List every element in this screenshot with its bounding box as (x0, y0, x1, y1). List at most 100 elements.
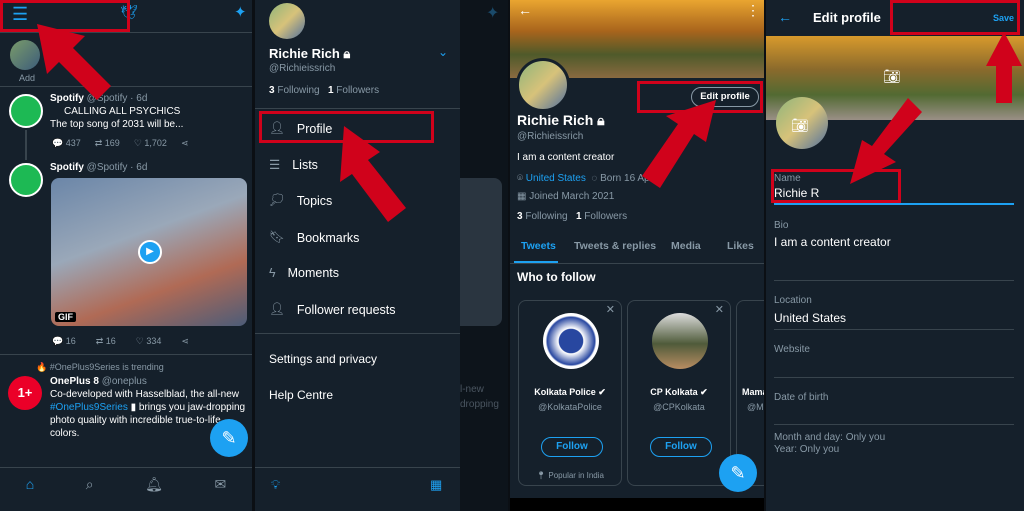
profile-avatar[interactable] (269, 3, 305, 39)
retweet-button[interactable]: ⇄ 169 (95, 138, 120, 149)
calendar-icon: ▦ (517, 191, 527, 202)
retweet-button[interactable]: ⇄ 16 (96, 336, 116, 347)
tab-media[interactable]: Media (671, 240, 701, 252)
profile-avatar[interactable] (516, 58, 570, 112)
list-icon: ☰ (269, 158, 281, 172)
location-icon: ⌾ (517, 173, 523, 184)
red-arrow (850, 98, 922, 184)
profile-name: Richie Rich (517, 112, 594, 128)
drawer-item-topics[interactable]: 💭︎ Topics (269, 193, 332, 208)
hashtag-link[interactable]: #OnePlus9Series (50, 402, 128, 413)
gif-badge: GIF (55, 312, 76, 322)
qr-code-icon[interactable]: ▦ (430, 477, 442, 493)
red-arrow (986, 32, 1022, 103)
dimmed-text: l-new (460, 384, 484, 395)
tweet-handle: @oneplus (101, 376, 147, 387)
location-field[interactable]: United States (774, 311, 846, 325)
drawer-item-bookmarks[interactable]: 🔖︎ Bookmarks (269, 230, 359, 245)
trending-note: 🔥 #OnePlus9Series is trending (36, 362, 164, 372)
close-icon[interactable]: ✕ (715, 303, 724, 316)
red-arrow (642, 100, 716, 188)
profile-name: Richie Rich (269, 46, 340, 61)
share-icon[interactable]: ⋖ (181, 336, 189, 347)
profile-handle: @Richieissrich (517, 131, 584, 142)
who-to-follow-heading: Who to follow (517, 270, 596, 284)
card-handle: @CPKolkata (653, 402, 705, 412)
help-centre-link[interactable]: Help Centre (269, 388, 333, 402)
drawer-item-follower-requests[interactable]: 👤︎ Follower requests (269, 302, 396, 317)
follow-button[interactable]: Follow (650, 437, 712, 457)
tab-likes[interactable]: Likes (727, 240, 754, 252)
card-handle: @KolkataPolice (538, 402, 602, 412)
drawer-item-lists[interactable]: ☰ Lists (269, 157, 318, 173)
tweet-text: The top song of 2031 will be... (50, 119, 184, 130)
bolt-icon: ϟ (269, 266, 276, 280)
lock-icon: 🔒︎ (343, 46, 351, 61)
mail-icon[interactable]: ✉ (214, 476, 226, 493)
birthday-icon: ◌ (591, 173, 598, 184)
tab-tweets-replies[interactable]: Tweets & replies (574, 240, 656, 252)
search-icon[interactable]: ⌕ (86, 476, 94, 493)
card-name: Mama (742, 387, 764, 397)
verified-icon: ✔ (598, 387, 606, 397)
bio-field[interactable]: I am a content creator (774, 235, 891, 249)
share-icon[interactable]: ⋖ (181, 138, 189, 149)
tab-tweets[interactable]: Tweets (521, 240, 556, 252)
tweet-text: Co-developed with Hasselblad, the all-ne… (50, 389, 239, 400)
compose-tweet-button[interactable]: ✎ (719, 454, 757, 492)
follow-counts[interactable]: 3 Following 1 Followers (517, 211, 627, 222)
edit-profile-title: Edit profile (813, 10, 881, 25)
tweet-text: CALLING ALL PSYCHICS (64, 106, 181, 117)
drawer-item-moments[interactable]: ϟ Moments (269, 266, 339, 280)
dob-field-label: Date of birth (774, 392, 829, 403)
tweet-author: Spotify (50, 162, 84, 173)
red-arrow (340, 126, 406, 222)
follow-counts[interactable]: 3 Following 1 Followers (269, 85, 379, 96)
back-icon[interactable]: ← (778, 9, 792, 25)
sparkle-icon[interactable]: ✦ (234, 3, 247, 21)
tweet-text: photo quality with incredible true-to-li… (50, 415, 221, 426)
account-switch-chevron-icon[interactable]: ⌄ (438, 45, 448, 59)
oneplus-avatar: 1+ (8, 376, 42, 410)
topic-icon: 💭︎ (269, 193, 285, 207)
follow-card[interactable]: ✕ Kolkata Police ✔ @KolkataPolice Follow… (518, 300, 622, 486)
home-icon[interactable]: ⌂ (26, 476, 34, 493)
lock-icon: 🔒︎ (597, 112, 605, 128)
reply-button[interactable]: 💬 16 (52, 336, 76, 347)
red-arrow (37, 24, 111, 100)
play-icon[interactable]: ▶ (138, 240, 162, 264)
profile-joined: Joined March 2021 (529, 191, 615, 202)
compose-tweet-button[interactable]: ✎ (210, 419, 248, 457)
close-icon[interactable]: ✕ (606, 303, 615, 316)
change-banner-camera-icon[interactable]: 📷︎ (883, 68, 901, 85)
back-icon[interactable]: ← (518, 2, 532, 18)
bookmark-icon: 🔖︎ (269, 230, 285, 244)
dob-visibility-note: Month and day: Only you (774, 432, 886, 443)
cp-kolkata-avatar (652, 313, 708, 369)
home-timeline-panel: ☰ 🕊 ✦ Add Spotify @Spotify · 6d CALLING … (0, 0, 252, 511)
lightbulb-icon[interactable]: 💡︎ (271, 477, 280, 493)
website-field-label: Website (774, 344, 810, 355)
bell-icon[interactable]: 🔔︎ (145, 476, 163, 493)
verified-icon: ✔ (700, 387, 708, 397)
card-handle: @M (747, 402, 764, 412)
like-button[interactable]: ♡ 1,702 (134, 138, 167, 149)
tweet-text: brings you jaw-dropping (138, 402, 246, 413)
follow-card[interactable]: ✕ CP Kolkata ✔ @CPKolkata Follow (627, 300, 731, 486)
more-options-icon[interactable]: ⋮ (746, 2, 760, 19)
reply-button[interactable]: 💬 437 (52, 138, 81, 149)
follow-button[interactable]: Follow (541, 437, 603, 457)
dimmed-media (460, 178, 502, 326)
dimmed-sparkle-icon: ✦ (486, 5, 500, 22)
navigation-drawer-panel: l-new dropping ✦ Richie Rich 🔒︎ @Richiei… (255, 0, 508, 511)
profile-location[interactable]: United States (526, 173, 586, 184)
settings-and-privacy-link[interactable]: Settings and privacy (269, 352, 377, 366)
dob-visibility-note: Year: Only you (774, 444, 840, 455)
location-field-label: Location (774, 295, 812, 306)
profile-panel: ← ⋮ Edit profile Richie Rich 🔒︎ @Richiei… (510, 0, 764, 511)
card-note: Popular in India (548, 471, 604, 480)
profile-handle: @Richieissrich (269, 63, 336, 74)
like-button[interactable]: ♡ 334 (136, 336, 162, 347)
change-avatar-camera-icon[interactable]: 📷︎ (791, 117, 809, 134)
location-icon: 📍︎ (536, 471, 547, 480)
